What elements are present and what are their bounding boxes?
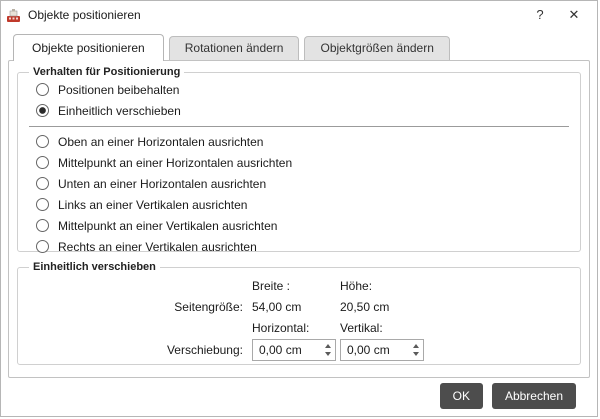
vertical-shift-spinner[interactable]: 0,00 cm <box>340 339 424 361</box>
shift-label: Verschiebung: <box>166 343 243 357</box>
radio-label: Rechts an einer Vertikalen ausrichten <box>58 239 257 254</box>
close-button[interactable]: ✕ <box>557 1 591 29</box>
radio-einheitlich-verschieben[interactable]: Einheitlich verschieben <box>28 100 570 121</box>
width-column-header: Breite : <box>252 278 291 293</box>
height-column-header: Höhe: <box>340 278 373 293</box>
radio-unten-horizontale[interactable]: Unten an einer Horizontalen ausrichten <box>28 173 570 194</box>
tab-rotationen-aendern[interactable]: Rotationen ändern <box>168 36 300 60</box>
spin-up-icon[interactable] <box>412 344 419 348</box>
radio-label: Mittelpunkt an einer Horizontalen ausric… <box>58 155 293 170</box>
spin-down-icon[interactable] <box>324 352 331 356</box>
horizontal-shift-value[interactable]: 0,00 cm <box>253 340 320 360</box>
radio-input[interactable] <box>36 104 49 117</box>
radio-label: Links an einer Vertikalen ausrichten <box>58 197 248 212</box>
horizontal-column-header: Horizontal: <box>252 320 310 335</box>
page-width-value: 54,00 cm <box>252 299 302 314</box>
group-verhalten-positionierung: Verhalten für Positionierung Positionen … <box>17 66 581 254</box>
dialog-footer: OK Abbrechen <box>439 383 576 409</box>
tab-objektgroessen-aendern[interactable]: Objektgrößen ändern <box>304 36 450 60</box>
tab-panel: Verhalten für Positionierung Positionen … <box>8 60 590 378</box>
spinner-arrows[interactable] <box>320 340 335 360</box>
vertical-column-header: Vertikal: <box>340 320 383 335</box>
radio-input[interactable] <box>36 156 49 169</box>
radio-mittelpunkt-vertikale[interactable]: Mittelpunkt an einer Vertikalen ausricht… <box>28 215 570 236</box>
radio-label: Einheitlich verschieben <box>58 103 181 118</box>
vertical-shift-value[interactable]: 0,00 cm <box>341 340 408 360</box>
cancel-button[interactable]: Abbrechen <box>491 383 576 409</box>
radio-label: Oben an einer Horizontalen ausrichten <box>58 134 264 149</box>
spin-down-icon[interactable] <box>412 352 419 356</box>
spin-up-icon[interactable] <box>324 344 331 348</box>
radio-mittelpunkt-horizontale[interactable]: Mittelpunkt an einer Horizontalen ausric… <box>28 152 570 173</box>
tab-objekte-positionieren[interactable]: Objekte positionieren <box>13 34 164 61</box>
radio-input[interactable] <box>36 177 49 190</box>
radio-input[interactable] <box>36 135 49 148</box>
radio-input[interactable] <box>36 83 49 96</box>
radio-input[interactable] <box>36 198 49 211</box>
help-button[interactable]: ? <box>523 1 557 29</box>
radio-label: Unten an einer Horizontalen ausrichten <box>58 176 267 191</box>
horizontal-shift-spinner[interactable]: 0,00 cm <box>252 339 336 361</box>
window-title: Objekte positionieren <box>28 8 141 22</box>
group-separator <box>29 126 569 127</box>
radio-label: Mittelpunkt an einer Vertikalen ausricht… <box>58 218 278 233</box>
page-size-label: Seitengröße: <box>174 299 243 314</box>
radio-input[interactable] <box>36 240 49 253</box>
radio-rechts-vertikale[interactable]: Rechts an einer Vertikalen ausrichten <box>28 236 570 257</box>
radio-positionen-beibehalten[interactable]: Positionen beibehalten <box>28 79 570 100</box>
app-icon <box>7 8 20 22</box>
spinner-arrows[interactable] <box>408 340 423 360</box>
radio-input[interactable] <box>36 219 49 232</box>
page-height-value: 20,50 cm <box>340 299 390 314</box>
group-einheitlich-verschieben: Einheitlich verschieben Breite : Höhe: S… <box>17 261 581 365</box>
radio-links-vertikale[interactable]: Links an einer Vertikalen ausrichten <box>28 194 570 215</box>
tab-strip: Objekte positionieren Rotationen ändern … <box>13 33 597 61</box>
group-title: Verhalten für Positionierung <box>33 66 181 78</box>
dialog-objekte-positionieren: Objekte positionieren ? ✕ Objekte positi… <box>0 0 598 417</box>
title-bar: Objekte positionieren ? ✕ <box>1 1 597 29</box>
shift-grid: Breite : Höhe: Seitengröße: 54,00 cm 20,… <box>28 275 570 362</box>
radio-oben-horizontale[interactable]: Oben an einer Horizontalen ausrichten <box>28 131 570 152</box>
ok-button[interactable]: OK <box>439 383 483 409</box>
radio-label: Positionen beibehalten <box>58 82 180 97</box>
group-title: Einheitlich verschieben <box>33 261 156 273</box>
